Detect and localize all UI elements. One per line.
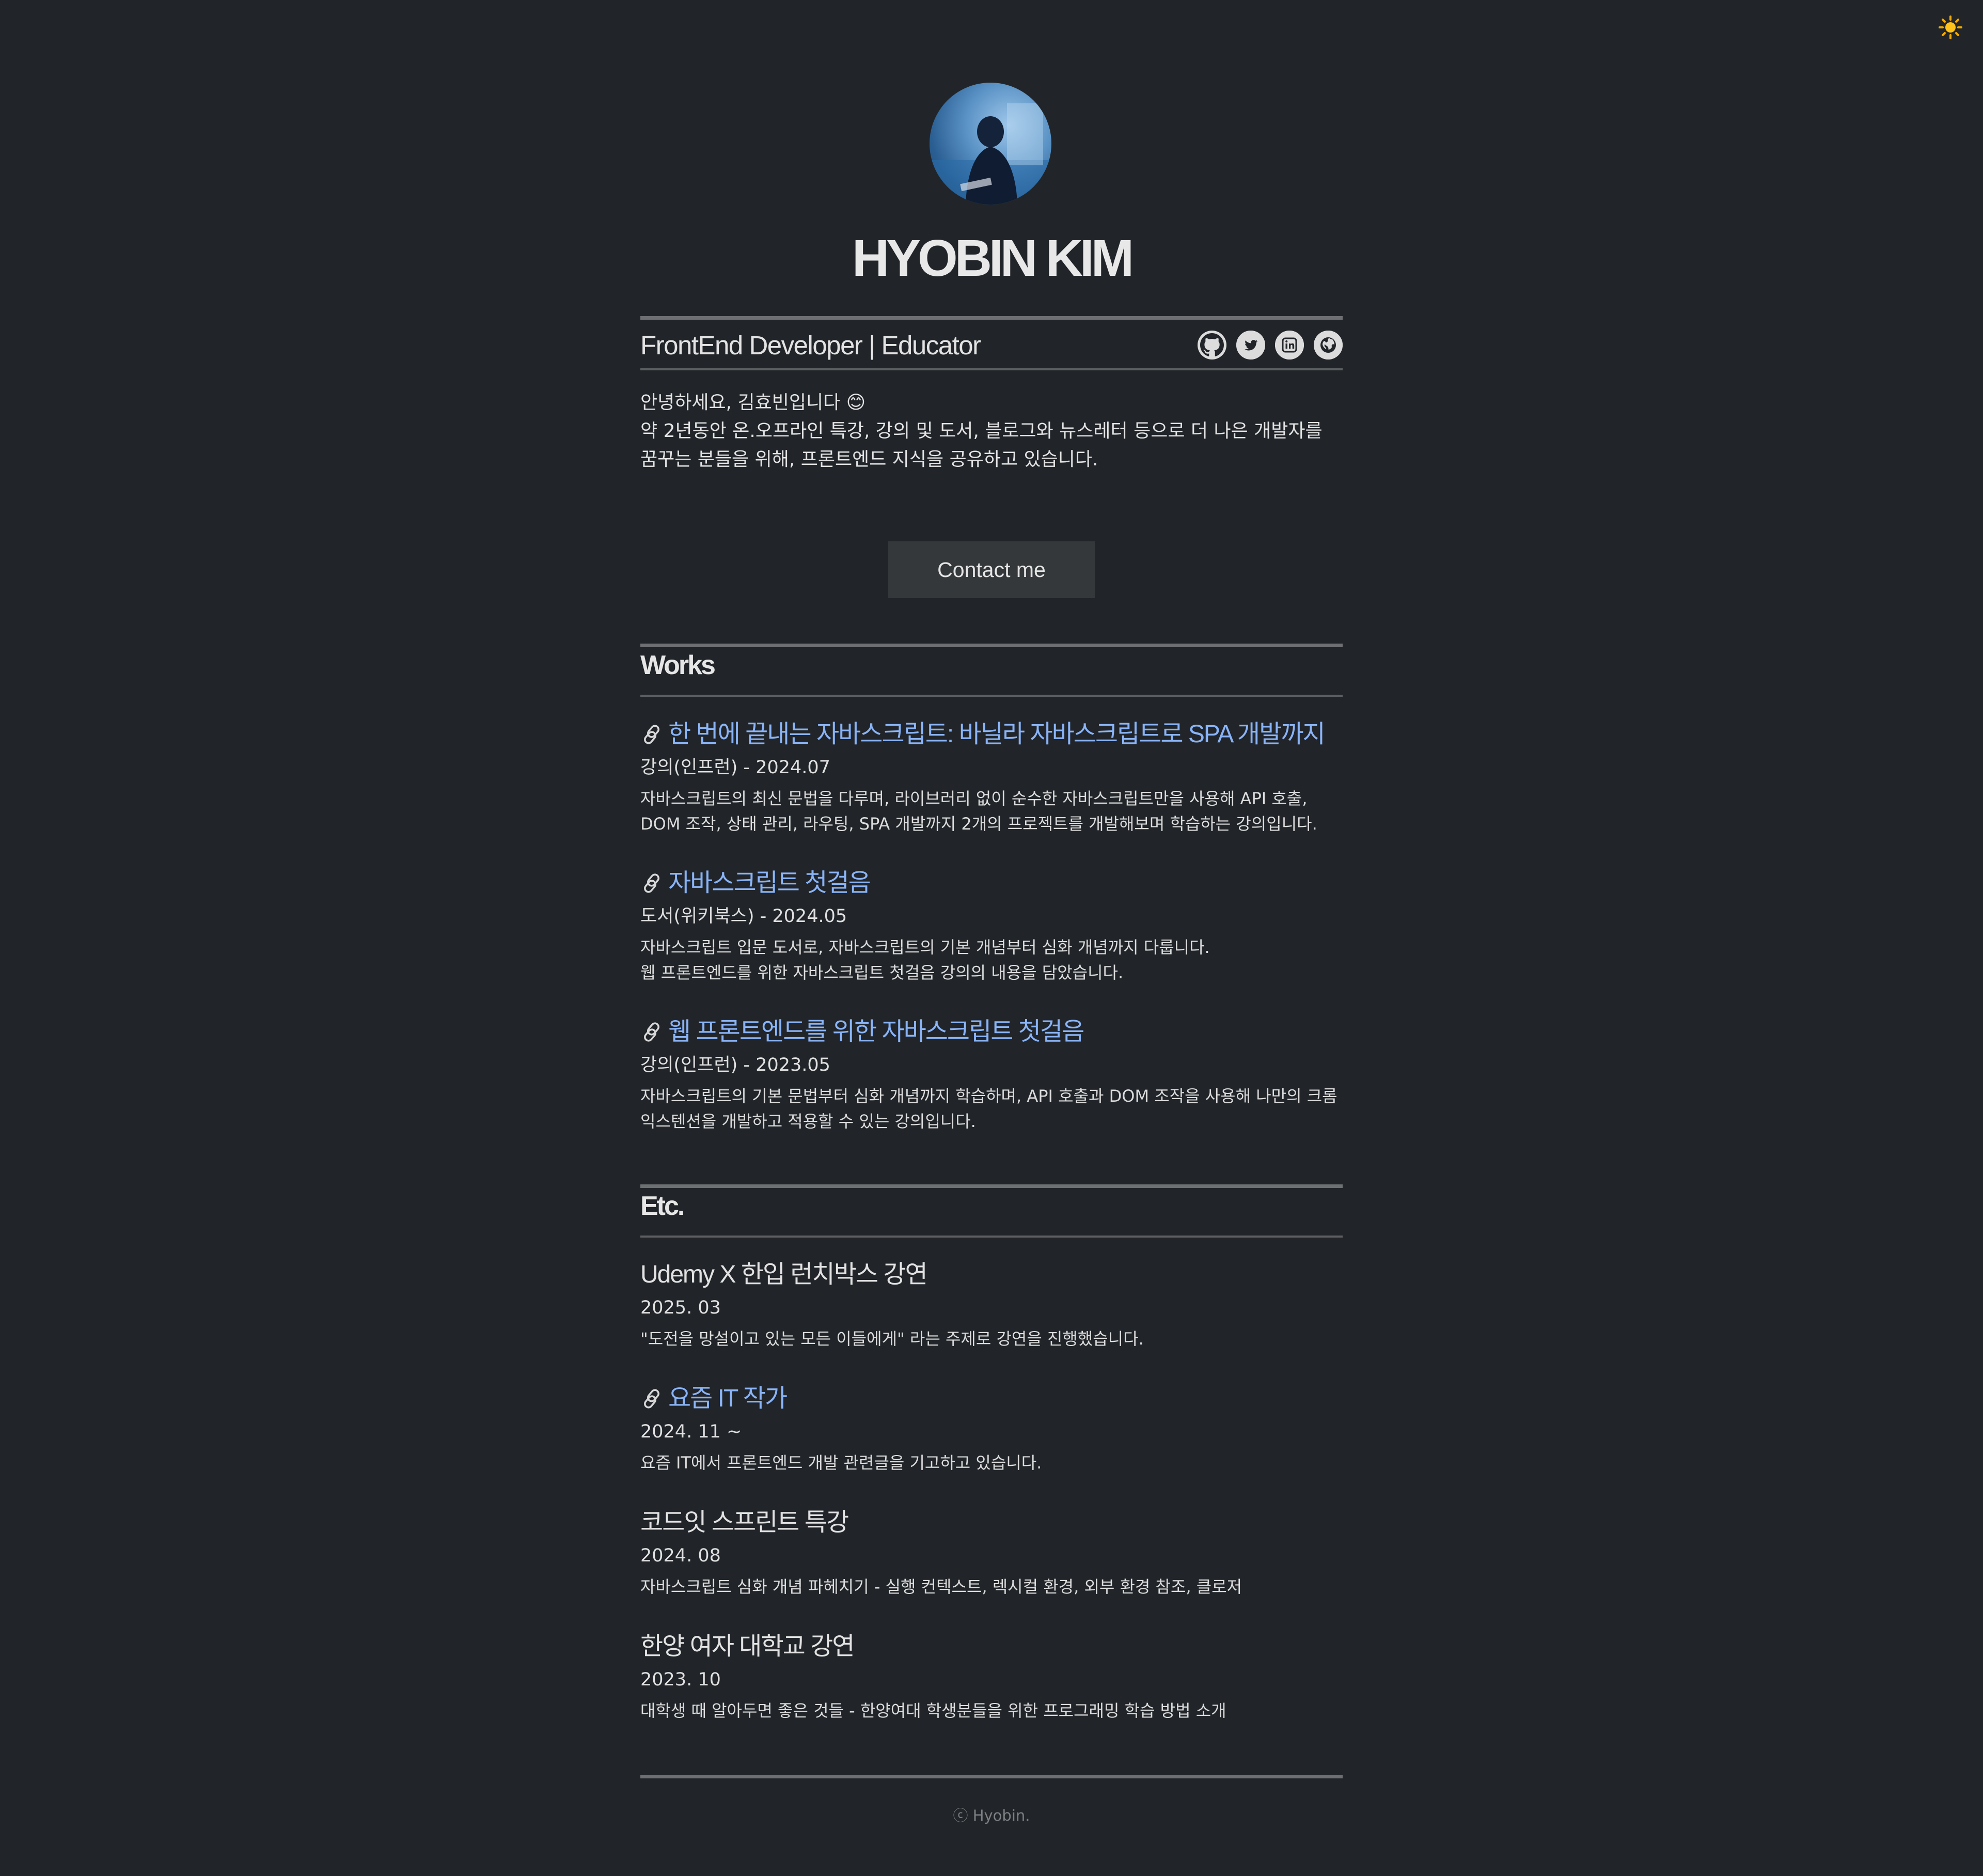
etc-item: 코드잇 스프린트 특강 2024. 08 자바스크립트 심화 개념 파헤치기 -…	[640, 1506, 1343, 1600]
work-item: 한 번에 끝내는 자바스크립트: 바닐라 자바스크립트로 SPA 개발까지 강의…	[640, 718, 1343, 837]
footer-copyright: ⓒ Hyobin.	[953, 1807, 1030, 1824]
twitter-icon	[1236, 331, 1265, 359]
work-item-link[interactable]: 자바스크립트 첫걸음	[640, 867, 1343, 900]
website-link[interactable]	[1314, 331, 1343, 359]
etc-section-title: Etc.	[640, 1191, 685, 1221]
work-item-meta: 강의(인프런) - 2023.05	[640, 1055, 830, 1075]
divider	[640, 1184, 1343, 1188]
page-title: HYOBIN KIM	[852, 229, 1134, 287]
etc-item: 요즘 IT 작가 2024. 11 ~ 요즘 IT에서 프론트엔드 개발 관련글…	[640, 1382, 1343, 1476]
work-item-meta: 도서(위키북스) - 2024.05	[640, 906, 847, 927]
divider	[640, 695, 1343, 697]
divider	[640, 368, 1343, 370]
github-icon	[1200, 333, 1224, 356]
work-item-title: 자바스크립트 첫걸음	[668, 869, 871, 897]
etc-item-date: 2024. 11 ~	[640, 1421, 742, 1442]
etc-item: Udemy X 한입 런치박스 강연 2025. 03 "도전을 망설이고 있는…	[640, 1258, 1343, 1352]
work-item-title: 한 번에 끝내는 자바스크립트: 바닐라 자바스크립트로 SPA 개발까지	[668, 721, 1326, 748]
work-item-title: 웹 프론트엔드를 위한 자바스크립트 첫걸음	[668, 1018, 1084, 1045]
etc-item-date: 2024. 08	[640, 1545, 721, 1566]
link-icon	[640, 723, 664, 746]
work-item-link[interactable]: 웹 프론트엔드를 위한 자바스크립트 첫걸음	[640, 1015, 1343, 1049]
etc-item-date: 2023. 10	[640, 1669, 721, 1690]
linkedin-icon	[1275, 331, 1304, 359]
work-item-description: 자바스크립트 입문 도서로, 자바스크립트의 기본 개념부터 심화 개념까지 다…	[640, 935, 1343, 986]
work-item-desc-line: 자바스크립트 입문 도서로, 자바스크립트의 기본 개념부터 심화 개념까지 다…	[640, 937, 1210, 957]
etc-item-title: 요즘 IT 작가	[668, 1385, 788, 1412]
etc-item-title: 한양 여자 대학교 강연	[640, 1633, 855, 1660]
etc-item-link[interactable]: 요즘 IT 작가	[640, 1382, 1343, 1415]
link-icon	[640, 871, 664, 895]
etc-item-description: "도전을 망설이고 있는 모든 이들에게" 라는 주제로 강연을 진행했습니다.	[640, 1329, 1144, 1349]
etc-item-date: 2025. 03	[640, 1297, 721, 1318]
sun-icon	[1939, 15, 1962, 41]
avatar	[930, 83, 1051, 205]
divider	[640, 316, 1343, 320]
contact-button[interactable]: Contact me	[888, 541, 1095, 598]
divider	[640, 1236, 1343, 1238]
intro-text: 안녕하세요, 김효빈입니다 😊 약 2년동안 온.오프라인 특강, 강의 및 도…	[640, 388, 1343, 474]
intro-greeting: 안녕하세요, 김효빈입니다 😊	[640, 392, 866, 413]
work-item-desc-line: 웹 프론트엔드를 위한 자바스크립트 첫걸음 강의의 내용을 담았습니다.	[640, 963, 1124, 982]
work-item-meta: 강의(인프런) - 2024.07	[640, 757, 830, 778]
etc-item-title: 코드잇 스프린트 특강	[640, 1509, 849, 1536]
etc-item-description: 자바스크립트 심화 개념 파헤치기 - 실행 컨텍스트, 렉시컬 환경, 외부 …	[640, 1577, 1242, 1597]
work-item-description: 자바스크립트의 기본 문법부터 심화 개념까지 학습하며, API 호출과 DO…	[640, 1084, 1343, 1134]
intro-description: 약 2년동안 온.오프라인 특강, 강의 및 도서, 블로그와 뉴스레터 등으로…	[640, 420, 1323, 470]
divider	[640, 1775, 1343, 1778]
work-item-desc-line: 자바스크립트의 기본 문법부터 심화 개념까지 학습하며, API 호출과 DO…	[640, 1086, 1337, 1131]
work-item: 웹 프론트엔드를 위한 자바스크립트 첫걸음 강의(인프런) - 2023.05…	[640, 1015, 1343, 1134]
theme-toggle-button[interactable]	[1937, 14, 1964, 42]
job-title: FrontEnd Developer | Educator	[640, 331, 981, 360]
etc-item-title: Udemy X 한입 런치박스 강연	[640, 1261, 928, 1288]
work-item-desc-line: 자바스크립트의 최신 문법을 다루며, 라이브러리 없이 순수한 자바스크립트만…	[640, 789, 1317, 834]
twitter-link[interactable]	[1236, 331, 1265, 359]
social-links	[1198, 331, 1343, 359]
etc-item: 한양 여자 대학교 강연 2023. 10 대학생 때 알아두면 좋은 것들 -…	[640, 1630, 1343, 1724]
work-item-description: 자바스크립트의 최신 문법을 다루며, 라이브러리 없이 순수한 자바스크립트만…	[640, 786, 1343, 837]
divider	[640, 644, 1343, 647]
work-item-link[interactable]: 한 번에 끝내는 자바스크립트: 바닐라 자바스크립트로 SPA 개발까지	[640, 718, 1343, 751]
link-icon	[640, 1020, 664, 1044]
github-link[interactable]	[1198, 331, 1226, 359]
etc-item-description: 대학생 때 알아두면 좋은 것들 - 한양여대 학생분들을 위한 프로그래밍 학…	[640, 1701, 1226, 1721]
work-item: 자바스크립트 첫걸음 도서(위키북스) - 2024.05 자바스크립트 입문 …	[640, 867, 1343, 986]
linkedin-link[interactable]	[1275, 331, 1304, 359]
works-section-title: Works	[640, 650, 716, 680]
link-icon	[640, 1387, 664, 1411]
etc-item-description: 요즘 IT에서 프론트엔드 개발 관련글을 기고하고 있습니다.	[640, 1453, 1042, 1473]
globe-icon	[1314, 331, 1343, 359]
